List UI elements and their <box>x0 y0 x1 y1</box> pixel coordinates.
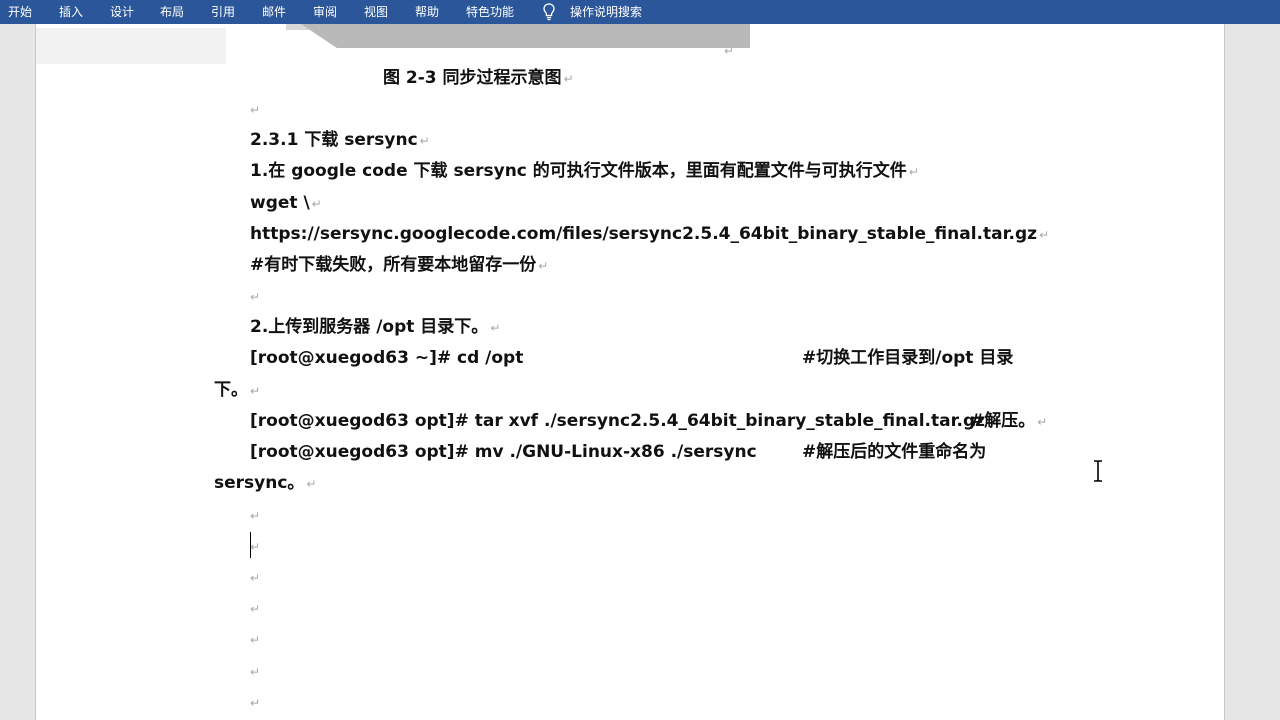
tab-references[interactable]: 引用 <box>211 3 235 21</box>
paragraph-note[interactable]: #有时下载失败，所有要本地留存一份 ↵ <box>250 254 548 276</box>
empty-paragraph[interactable]: ↵ <box>250 628 260 650</box>
paragraph-url[interactable]: https://sersync.googlecode.com/files/ser… <box>250 223 1049 245</box>
paragraph-step1[interactable]: 1.在 google code 下载 sersync 的可执行文件版本，里面有配… <box>250 160 919 182</box>
tab-review[interactable]: 审阅 <box>313 3 337 21</box>
empty-paragraph[interactable]: ↵ <box>250 691 260 713</box>
canvas-left-gutter <box>0 24 34 720</box>
text-caret <box>250 532 251 558</box>
tab-help[interactable]: 帮助 <box>415 3 439 21</box>
empty-paragraph[interactable]: ↵ <box>250 535 260 557</box>
section-heading[interactable]: 2.3.1 下载 sersync ↵ <box>250 129 430 151</box>
command-mv-wrap[interactable]: sersync。 ↵ <box>214 472 316 494</box>
ribbon-tab-bar: 开始 插入 设计 布局 引用 邮件 审阅 视图 帮助 特色功能 操作说明搜索 <box>0 0 1280 24</box>
tab-home[interactable]: 开始 <box>8 3 32 21</box>
figure-image-bottom-edge <box>301 24 750 48</box>
tab-insert[interactable]: 插入 <box>59 3 83 21</box>
tab-layout[interactable]: 布局 <box>160 3 184 21</box>
command-cd-wrap[interactable]: 下。 ↵ <box>214 379 260 401</box>
command-tar[interactable]: [root@xuegod63 opt]# tar xvf ./sersync2.… <box>250 410 985 432</box>
ibeam-cursor-icon <box>1094 460 1102 482</box>
figure-caption[interactable]: 图 2-3 同步过程示意图 ↵ <box>383 67 574 89</box>
command-cd[interactable]: [root@xuegod63 ~]# cd /opt <box>250 347 523 369</box>
tab-design[interactable]: 设计 <box>110 3 134 21</box>
command-mv[interactable]: [root@xuegod63 opt]# mv ./GNU-Linux-x86 … <box>250 441 757 463</box>
paragraph-mark: ↵ <box>724 44 735 58</box>
tab-view[interactable]: 视图 <box>364 3 388 21</box>
tab-mailings[interactable]: 邮件 <box>262 3 286 21</box>
command-tar-comment[interactable]: #解压。 ↵ <box>970 410 1047 432</box>
document-page[interactable] <box>35 24 1225 720</box>
empty-paragraph[interactable]: ↵ <box>250 285 260 307</box>
empty-paragraph[interactable]: ↵ <box>250 566 260 588</box>
paragraph-step2[interactable]: 2.上传到服务器 /opt 目录下。 ↵ <box>250 316 500 338</box>
empty-paragraph[interactable]: ↵ <box>250 597 260 619</box>
empty-paragraph[interactable]: ↵ <box>250 98 260 120</box>
command-mv-comment[interactable]: #解压后的文件重命名为 <box>802 441 986 463</box>
paragraph-wget[interactable]: wget \ ↵ <box>250 192 322 214</box>
image-artifact <box>36 28 226 64</box>
tab-special-features[interactable]: 特色功能 <box>466 3 514 21</box>
lightbulb-icon[interactable] <box>542 2 556 22</box>
command-cd-comment[interactable]: #切换工作目录到/opt 目录 <box>802 347 1013 369</box>
canvas-right-gutter <box>1224 24 1280 720</box>
tell-me-search[interactable]: 操作说明搜索 <box>570 3 642 21</box>
empty-paragraph[interactable]: ↵ <box>250 660 260 682</box>
empty-paragraph[interactable]: ↵ <box>250 504 260 526</box>
